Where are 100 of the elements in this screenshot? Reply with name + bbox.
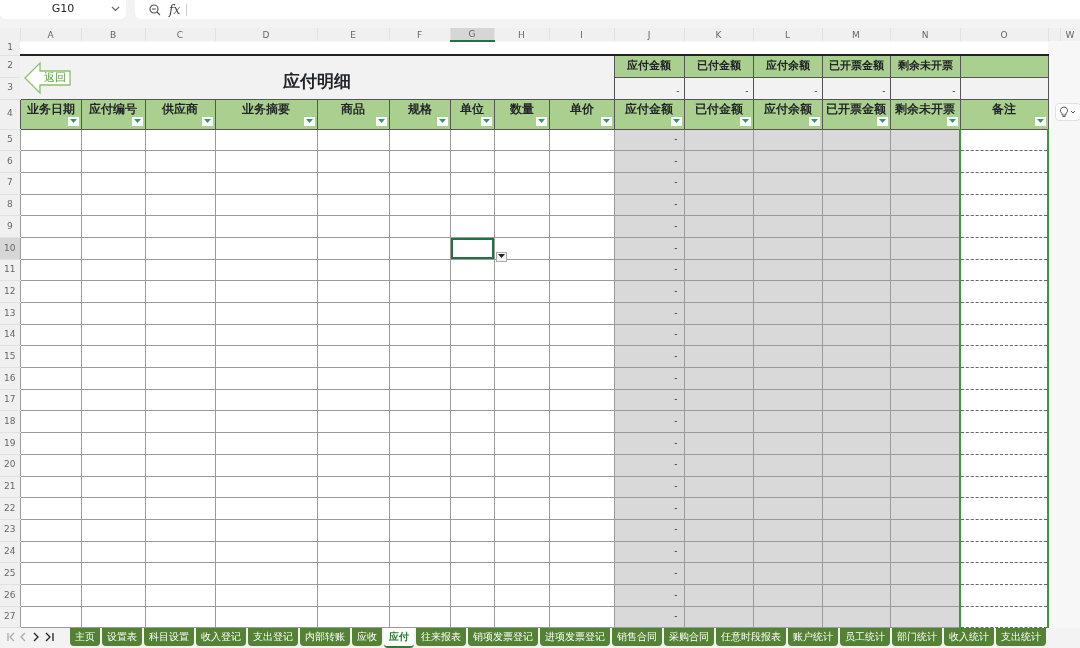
column-title: 已付金额: [694, 102, 743, 116]
cell-reference: G10: [51, 1, 75, 18]
lightbulb-button[interactable]: [1054, 103, 1080, 121]
sheet-tab[interactable]: 应付: [384, 628, 414, 648]
filter-button[interactable]: [946, 116, 958, 126]
column-title: 剩余未开票: [895, 102, 955, 116]
column-header[interactable]: G: [450, 28, 494, 41]
row-number[interactable]: 10: [0, 237, 20, 260]
column-header[interactable]: N: [890, 28, 960, 41]
column-title: 已开票金额: [826, 102, 886, 116]
sheet-tab[interactable]: 账户统计: [788, 628, 838, 646]
column-title: 应付编号: [89, 102, 137, 116]
chevron-down-icon[interactable]: [111, 4, 120, 13]
row-number[interactable]: 27: [0, 606, 20, 628]
row-number[interactable]: 13: [0, 302, 20, 325]
column-title: 备注: [992, 102, 1016, 116]
column-header[interactable]: E: [317, 28, 389, 41]
lightbulb-icon: [1059, 106, 1069, 118]
row-number[interactable]: 6: [0, 150, 20, 173]
sheet-tab[interactable]: 收入统计: [944, 628, 994, 646]
row-number[interactable]: 5: [0, 129, 20, 151]
sheet-tab[interactable]: 收入登记: [196, 628, 246, 646]
sheet-tab[interactable]: 采购合同: [664, 628, 714, 646]
sheet-tab[interactable]: 科目设置: [144, 628, 194, 646]
column-header[interactable]: F: [389, 28, 450, 41]
column-header[interactable]: C: [145, 28, 215, 41]
column-header[interactable]: K: [684, 28, 753, 41]
sheet-tab[interactable]: 部门统计: [892, 628, 942, 646]
row-number[interactable]: 20: [0, 454, 20, 476]
row-number[interactable]: 24: [0, 541, 20, 563]
filter-button[interactable]: [201, 116, 213, 126]
filter-button[interactable]: [600, 116, 612, 126]
summary-value: -: [614, 77, 684, 99]
row-number[interactable]: 16: [0, 367, 20, 390]
column-title: 应付余额: [763, 102, 812, 116]
column-header[interactable]: B: [81, 28, 145, 41]
column-header[interactable]: L: [753, 28, 822, 41]
row-number[interactable]: 12: [0, 280, 20, 303]
name-box[interactable]: G10: [0, 0, 126, 19]
filter-button[interactable]: [876, 116, 888, 126]
filter-button[interactable]: [739, 116, 751, 126]
filter-button[interactable]: [303, 116, 315, 126]
row-number[interactable]: 18: [0, 410, 20, 433]
column-title: 规格: [407, 102, 432, 116]
sheet-tab[interactable]: 设置表: [102, 628, 142, 646]
row-number[interactable]: 23: [0, 519, 20, 542]
filter-button[interactable]: [436, 116, 448, 126]
filter-button[interactable]: [67, 116, 79, 126]
sheet-tab[interactable]: 销售合同: [612, 628, 662, 646]
column-header[interactable]: O: [960, 28, 1048, 41]
row-number[interactable]: 11: [0, 259, 20, 281]
filter-button[interactable]: [535, 116, 547, 126]
row-number[interactable]: 21: [0, 476, 20, 498]
filter-button[interactable]: [131, 116, 143, 126]
row-number[interactable]: 1: [0, 41, 20, 55]
row-number[interactable]: 7: [0, 172, 20, 195]
sheet-tab[interactable]: 往来报表: [416, 628, 466, 646]
column-header[interactable]: H: [494, 28, 549, 41]
zoom-icon[interactable]: [149, 3, 161, 16]
row-number[interactable]: 2: [0, 55, 20, 77]
column-header[interactable]: A: [20, 28, 81, 41]
function-label[interactable]: fx: [169, 3, 188, 16]
column-title: 数量: [509, 102, 534, 116]
row-number[interactable]: 8: [0, 194, 20, 216]
filter-button[interactable]: [808, 116, 820, 126]
formula-bar[interactable]: fx: [135, 0, 1080, 19]
row-number[interactable]: 25: [0, 562, 20, 585]
sheet-tab[interactable]: 支出统计: [996, 628, 1046, 646]
sheet-tab[interactable]: 员工统计: [840, 628, 890, 646]
column-header[interactable]: J: [614, 28, 684, 41]
filter-button[interactable]: [670, 116, 682, 126]
header-cell: 应付金额: [614, 55, 684, 77]
filter-button[interactable]: [375, 116, 387, 126]
sheet-tab[interactable]: 任意时段报表: [716, 628, 786, 646]
row-number[interactable]: 9: [0, 215, 20, 238]
column-header[interactable]: I: [549, 28, 614, 41]
caret-icon: [1070, 109, 1076, 115]
row-number[interactable]: 4: [0, 99, 20, 129]
column-title: 商品: [341, 102, 365, 116]
sheet-tab[interactable]: 进项发票登记: [540, 628, 610, 646]
column-header[interactable]: D: [215, 28, 317, 41]
sheet-tab[interactable]: 内部转账: [300, 628, 350, 646]
filter-button[interactable]: [480, 116, 492, 126]
sheet-tab[interactable]: 主页: [70, 628, 100, 646]
row-number[interactable]: 26: [0, 584, 20, 607]
column-header[interactable]: M: [822, 28, 890, 41]
sheet-tab[interactable]: 支出登记: [248, 628, 298, 646]
column-title: 供应商: [162, 102, 198, 116]
row-number[interactable]: 3: [0, 77, 20, 99]
sheet-title: 应付明细: [282, 70, 351, 93]
row-number[interactable]: 15: [0, 345, 20, 368]
back-button[interactable]: 返回: [24, 61, 72, 95]
sheet-tab[interactable]: 应收: [352, 628, 382, 646]
row-number[interactable]: 19: [0, 432, 20, 455]
row-number[interactable]: 14: [0, 324, 20, 346]
row-number[interactable]: 22: [0, 497, 20, 520]
sheet-tab[interactable]: 销项发票登记: [468, 628, 538, 646]
column-title: 单位: [460, 102, 484, 116]
row-number[interactable]: 17: [0, 389, 20, 411]
filter-button[interactable]: [1034, 116, 1046, 126]
